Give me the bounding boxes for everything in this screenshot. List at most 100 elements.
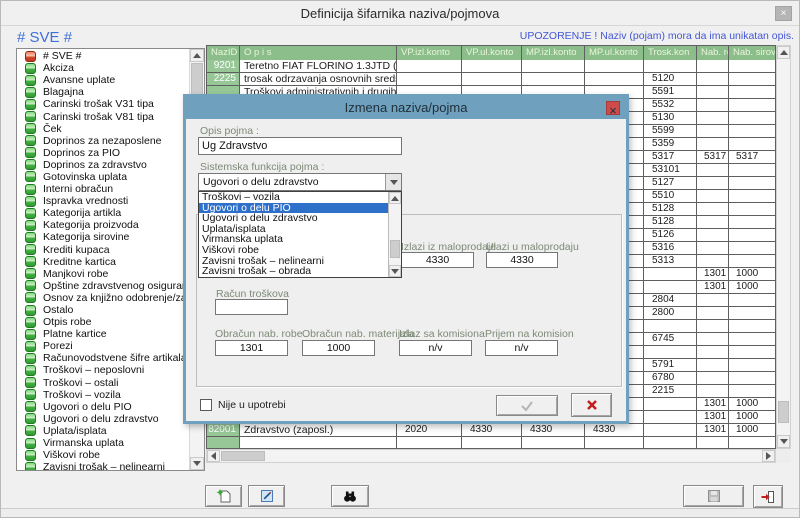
sidebar-item[interactable]: Akciza [17,62,189,74]
cell-value [644,437,697,449]
table-hscrollbar[interactable] [206,449,776,463]
new-record-button[interactable] [205,485,242,507]
scroll-up-icon[interactable] [190,49,204,62]
sidebar-item[interactable]: Troškovi – vozila [17,389,189,401]
dropdown-item[interactable]: Zavisni trošak – nelinearni [199,256,388,267]
table-row[interactable]: 82001Zdravstvo (zaposl.)2020433043304330… [207,424,775,437]
sidebar-item[interactable]: Virmanska uplata [17,437,189,449]
scroll-down-icon[interactable] [389,265,401,277]
sidebar-item[interactable]: Interni obračun [17,183,189,195]
racun-troskova-input[interactable] [215,299,288,315]
nije-u-upotrebi-checkbox[interactable] [200,399,212,411]
sidebar-item[interactable]: Troškovi – neposlovni [17,364,189,376]
sidebar-item[interactable]: Ugovori o delu zdravstvo [17,413,189,425]
scroll-up-icon[interactable] [389,192,401,204]
sidebar-item[interactable]: Porezi [17,340,189,352]
cell-value [697,255,729,268]
scroll-right-icon[interactable] [762,450,775,462]
scroll-left-icon[interactable] [207,450,220,462]
opis-pojma-input[interactable] [198,137,402,155]
ulaz-maloprodaja-input[interactable] [486,252,558,268]
exit-button[interactable] [753,485,783,508]
sidebar-item[interactable]: Doprinos za nezaposlene [17,135,189,147]
green-category-icon [25,292,36,303]
sidebar-item[interactable]: Kategorija artikla [17,207,189,219]
cell-value [585,60,644,73]
sidebar-item[interactable]: Kategorija proizvoda [17,219,189,231]
sidebar-item-label: Platne kartice [43,328,107,340]
obracun-robe-label: Obračun nab. robe [215,328,303,340]
sidebar-item[interactable]: Carinski trošak V81 tipa [17,110,189,122]
sidebar-item[interactable]: Blagajna [17,86,189,98]
green-category-icon [25,305,36,316]
funkcija-dropdown-list[interactable]: Troškovi – vozilaUgovori o delu PIOUgovo… [198,191,402,278]
dropdown-item[interactable]: Viškovi robe [199,245,388,256]
sidebar-item[interactable]: Krediti kupaca [17,244,189,256]
edit-record-button[interactable] [248,485,285,507]
obracun-materijala-input[interactable] [302,340,375,356]
sidebar-item[interactable]: Ček [17,123,189,135]
cell-value: 2800 [644,307,697,320]
dropdown-item[interactable]: Virmanska uplata [199,234,388,245]
sidebar-item[interactable]: Avansne uplate [17,74,189,86]
obracun-robe-input[interactable] [215,340,288,356]
dropdown-item[interactable]: Troškovi – vozila [199,192,388,203]
table-vscrollbar[interactable] [776,45,791,449]
sidebar-item[interactable]: Zavisni trošak – nelinearni [17,461,189,470]
izmena-dialog: Izmena naziva/pojma × Opis pojma : Siste… [183,94,629,424]
cell-value [697,203,729,216]
dialog-close-button[interactable]: × [606,101,620,115]
scroll-down-icon[interactable] [777,435,790,448]
chevron-down-icon[interactable] [385,174,401,190]
save-button[interactable] [683,485,744,507]
category-list[interactable]: # SVE #AkcizaAvansne uplateBlagajnaCarin… [16,48,205,471]
cancel-button[interactable] [571,393,612,417]
window-close-button[interactable]: × [775,6,792,21]
scrollbar-thumb[interactable] [221,451,265,461]
sidebar-item[interactable]: Kreditne kartica [17,256,189,268]
sidebar-item[interactable]: Doprinos za zdravstvo [17,159,189,171]
sidebar-item[interactable]: Ostalo [17,304,189,316]
izlaz-komision-input[interactable] [399,340,472,356]
scroll-down-icon[interactable] [190,457,204,470]
sidebar-item[interactable]: Ugovori o delu PIO [17,401,189,413]
scrollbar-thumb[interactable] [390,240,400,258]
dropdown-item[interactable]: Ugovori o delu PIO [199,203,388,214]
dropdown-scrollbar[interactable] [388,192,401,277]
find-button[interactable] [331,485,369,507]
cell-value [697,73,729,86]
cell-value: 5316 [644,242,697,255]
sidebar-item[interactable]: Troškovi – ostali [17,377,189,389]
scrollbar-thumb[interactable] [778,401,789,423]
ok-button[interactable] [496,395,558,416]
sidebar-item[interactable]: Ispravka vrednosti [17,195,189,207]
sidebar-item[interactable]: Osnov za knjižno odobrenje/zaduženje [17,292,189,304]
table-row[interactable]: 9201Teretno FIAT FLORINO 1.3JTD ( ZFA225… [207,60,775,73]
dropdown-item[interactable]: Zavisni trošak – obrada [199,266,388,277]
dropdown-item[interactable]: Ugovori o delu zdravstvo [199,213,388,224]
sidebar-item[interactable]: Viškovi robe [17,449,189,461]
sidebar-item-label: Troškovi – neposlovni [43,364,144,376]
dropdown-item[interactable]: Uplata/isplata [199,224,388,235]
prijem-komision-input[interactable] [485,340,558,356]
sidebar-item[interactable]: Uplata/isplata [17,425,189,437]
sidebar-item[interactable]: Gotovinska uplata [17,171,189,183]
sidebar-item[interactable]: Otpis robe [17,316,189,328]
izlaz-maloprodaja-input[interactable] [401,252,474,268]
table-row[interactable] [207,437,775,449]
sidebar-item-label: Opštine zdravstvenog osiguranja [43,280,189,292]
scroll-up-icon[interactable] [777,46,790,59]
cell-value [697,320,729,333]
sidebar-item[interactable]: Manjkovi robe [17,268,189,280]
sidebar-item[interactable]: # SVE # [17,50,189,62]
sidebar-item[interactable]: Kategorija sirovine [17,231,189,243]
sidebar-item[interactable]: Doprinos za PIO [17,147,189,159]
sidebar-item[interactable]: Carinski trošak V31 tipa [17,98,189,110]
sidebar-item[interactable]: Računovodstvene šifre artikala [17,352,189,364]
cell-value: 5317 [697,151,729,164]
cell-value: 1301 [697,281,729,294]
funkcija-combobox[interactable]: Ugovori o delu zdravstvo [198,173,402,191]
table-row[interactable]: 2225trosak odrzavanja osnovnih sredstava… [207,73,775,86]
sidebar-item[interactable]: Opštine zdravstvenog osiguranja [17,280,189,292]
sidebar-item[interactable]: Platne kartice [17,328,189,340]
